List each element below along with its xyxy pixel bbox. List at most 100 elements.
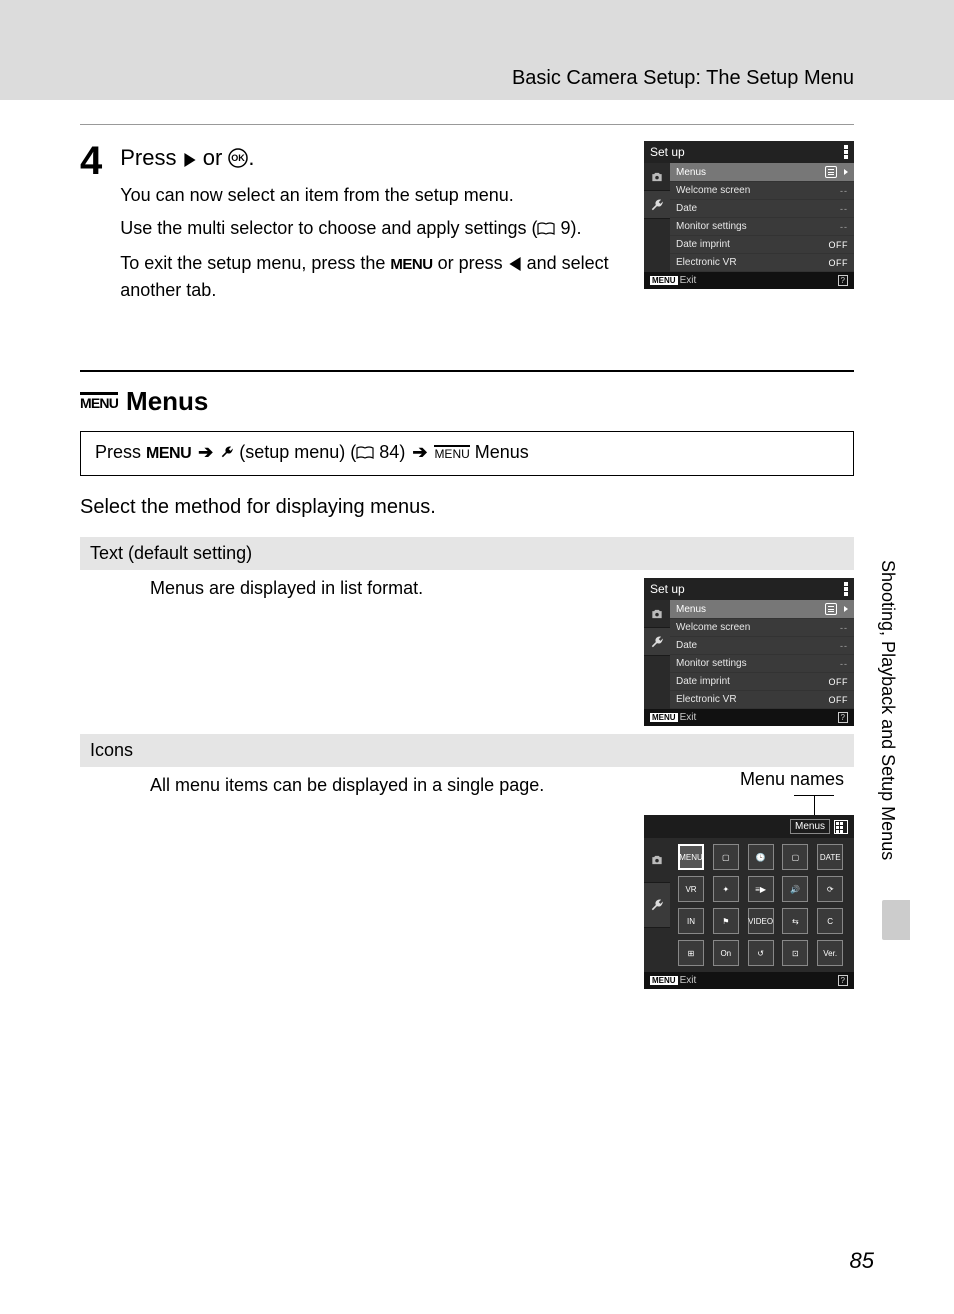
- lcd-title: Set up: [650, 145, 685, 159]
- menu-names-callout: Menu names: [740, 769, 844, 790]
- lcd-item: Electronic VROFF: [670, 691, 854, 709]
- bars-icon: [844, 582, 848, 596]
- icon-cell: VR: [678, 876, 704, 902]
- wrench-tab-icon: [644, 191, 670, 219]
- lcd-title-bar: Set up: [644, 141, 854, 163]
- play-left-icon: [508, 253, 522, 273]
- step-4: 4 Set up: [80, 145, 854, 310]
- lcd-item-menus: Menus: [670, 163, 854, 182]
- icon-cell: ↺: [748, 940, 774, 966]
- lcd-icons-title: Menus: [790, 819, 830, 834]
- callout-line: [814, 795, 815, 815]
- lcd-item: Date imprintOFF: [670, 236, 854, 254]
- list-icon: [825, 166, 837, 178]
- option-body-icons: Menu names Menus MENU ▢ 🕒 ▢ DATE: [80, 775, 854, 989]
- menu-text-icon: MENU: [390, 256, 432, 273]
- option-heading-text: Text (default setting): [80, 537, 854, 570]
- icon-grid: MENU ▢ 🕒 ▢ DATE VR ✦ ≡▶ 🔊 ⟳ IN ⚑ VIDEO ⇆…: [670, 838, 854, 972]
- menu-text-icon: MENU: [146, 445, 191, 462]
- lcd-item: Date imprintOFF: [670, 673, 854, 691]
- icon-cell: Ver.: [817, 940, 843, 966]
- book-icon: [356, 444, 374, 465]
- icon-cell: C: [817, 908, 843, 934]
- lcd-title-bar: Set up: [644, 578, 854, 600]
- wrench-tab-icon: [644, 883, 670, 928]
- menu-chip-icon: MENU: [434, 445, 469, 461]
- lcd-tabs: [644, 838, 670, 972]
- icon-cell: IN: [678, 908, 704, 934]
- menus-heading-text: Menus: [126, 386, 208, 417]
- grid-icon: [834, 820, 848, 834]
- step-number: 4: [80, 141, 102, 181]
- lcd-tabs: [644, 163, 670, 272]
- menu-path-box: Press MENU ➔ (setup menu) ( 84) ➔ MENU M…: [80, 431, 854, 476]
- icon-cell: ⚑: [713, 908, 739, 934]
- option-body-text: Set up Menus Welcome screen-: [80, 578, 854, 726]
- camera-tab-icon: [644, 163, 670, 191]
- lcd-list: Menus Welcome screen-- Date-- Monitor se…: [670, 163, 854, 272]
- icon-cell: ⟳: [817, 876, 843, 902]
- side-section-label: Shooting, Playback and Setup Menus: [877, 560, 898, 880]
- icon-cell: ⇆: [782, 908, 808, 934]
- lcd-title: Set up: [650, 582, 685, 596]
- lcd-item: Date--: [670, 200, 854, 218]
- lcd-item: Monitor settings--: [670, 655, 854, 673]
- page-header-title: Basic Camera Setup: The Setup Menu: [512, 67, 854, 90]
- icon-cell: ⊡: [782, 940, 808, 966]
- list-icon: [825, 603, 837, 615]
- page-number: 85: [850, 1248, 874, 1274]
- arrow-right-icon: ➔: [412, 442, 427, 462]
- icon-cell: 🔊: [782, 876, 808, 902]
- section-divider: [80, 370, 854, 372]
- icon-cell: ≡▶: [748, 876, 774, 902]
- camera-tab-icon: [644, 600, 670, 628]
- camera-lcd-setup-2: Set up Menus Welcome screen-: [644, 578, 854, 726]
- icon-cell: VIDEO: [748, 908, 774, 934]
- icon-cell: ▢: [782, 844, 808, 870]
- lcd-item: Electronic VROFF: [670, 254, 854, 272]
- divider: [80, 124, 854, 125]
- help-icon: ?: [838, 275, 848, 286]
- lcd-item-menus: Menus: [670, 600, 854, 619]
- wrench-tab-icon: [644, 628, 670, 656]
- icon-cell: MENU: [678, 844, 704, 870]
- chevron-right-icon: [844, 169, 848, 175]
- lcd-item: Monitor settings--: [670, 218, 854, 236]
- book-icon: [537, 217, 555, 244]
- camera-lcd-icons: Menus MENU ▢ 🕒 ▢ DATE VR ✦ ≡▶ 🔊: [644, 815, 854, 989]
- icon-cell: ✦: [713, 876, 739, 902]
- bars-icon: [844, 145, 848, 159]
- page-content: 4 Set up: [0, 124, 954, 989]
- lcd-footer: MENUExit ?: [644, 272, 854, 289]
- icon-cell: 🕒: [748, 844, 774, 870]
- camera-tab-icon: [644, 838, 670, 883]
- camera-lcd-setup-1: Set up Menus: [644, 141, 854, 289]
- menu-chip-icon: MENU: [80, 392, 118, 411]
- icon-cell: DATE: [817, 844, 843, 870]
- lcd-item: Date--: [670, 637, 854, 655]
- option-description: All menu items can be displayed in a sin…: [80, 775, 854, 796]
- wrench-icon: [220, 442, 234, 462]
- icon-cell: ▢: [713, 844, 739, 870]
- help-icon: ?: [838, 712, 848, 723]
- side-thumb-tab: [882, 900, 910, 940]
- lcd-footer: MENUExit ?: [644, 709, 854, 726]
- lcd-footer: MENUExit ?: [644, 972, 854, 989]
- arrow-right-icon: ➔: [198, 442, 213, 462]
- play-right-icon: [183, 145, 197, 170]
- ok-button-icon: OK: [228, 148, 248, 174]
- lcd-list: Menus Welcome screen-- Date-- Monitor se…: [670, 600, 854, 709]
- menus-intro: Select the method for displaying menus.: [80, 496, 854, 519]
- icon-cell: ⊞: [678, 940, 704, 966]
- svg-text:OK: OK: [232, 153, 246, 163]
- icon-cell: On: [713, 940, 739, 966]
- lcd-tabs: [644, 600, 670, 709]
- page-header-bar: Basic Camera Setup: The Setup Menu: [0, 0, 954, 100]
- option-heading-icons: Icons: [80, 734, 854, 767]
- step-body: Set up Menus: [120, 145, 854, 310]
- menus-heading: MENU Menus: [80, 386, 854, 417]
- chevron-right-icon: [844, 606, 848, 612]
- lcd-item: Welcome screen--: [670, 619, 854, 637]
- help-icon: ?: [838, 975, 848, 986]
- lcd-icons-top: Menus: [644, 815, 854, 838]
